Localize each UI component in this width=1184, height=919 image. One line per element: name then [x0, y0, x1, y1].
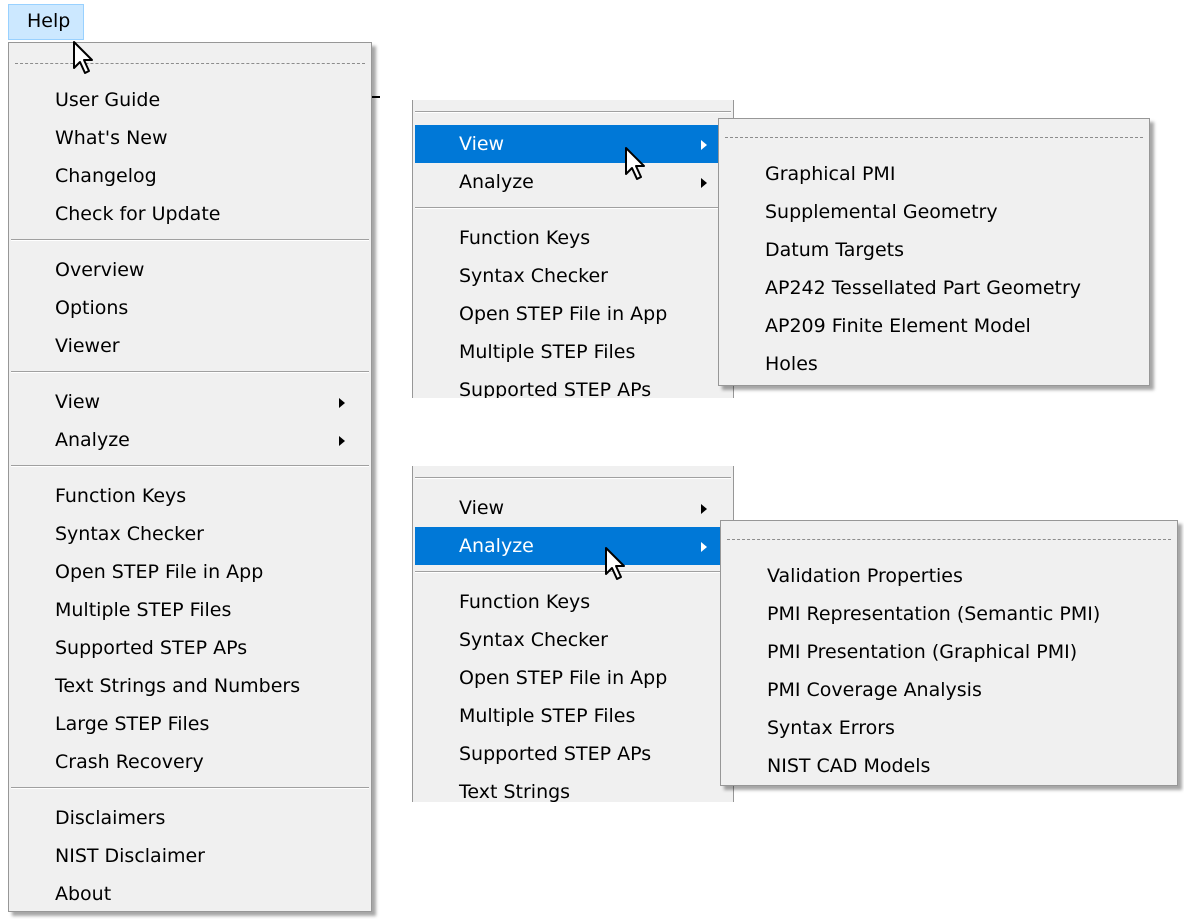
menu-item-analyze[interactable]: Analyze [415, 527, 731, 565]
analyze-submenu: Validation Properties PMI Representation… [720, 520, 1178, 786]
tearoff-line[interactable] [727, 539, 1171, 540]
submenu-item-supplemental-geometry[interactable]: Supplemental Geometry [721, 193, 1147, 231]
submenu-item-syntax-errors[interactable]: Syntax Errors [723, 709, 1175, 747]
menu-item-analyze[interactable]: Analyze [11, 421, 369, 459]
view-submenu-crop: View Analyze Function Keys Syntax Checke… [412, 100, 744, 398]
menu-item-viewer[interactable]: Viewer [11, 327, 369, 365]
submenu-item-datum-targets[interactable]: Datum Targets [721, 231, 1147, 269]
menu-item-view[interactable]: View [11, 383, 369, 421]
menu-item-syntax-checker[interactable]: Syntax Checker [415, 257, 731, 295]
help-menubar-item[interactable]: Help [8, 4, 84, 40]
menu-item-supported-step-aps[interactable]: Supported STEP APs [11, 629, 369, 667]
menu-item-function-keys[interactable]: Function Keys [415, 583, 731, 621]
submenu-arrow-icon [339, 436, 345, 446]
submenu-arrow-icon [701, 542, 707, 552]
menu-item-analyze[interactable]: Analyze [415, 163, 731, 201]
menu-item-whats-new[interactable]: What's New [11, 119, 369, 157]
menu-separator [11, 239, 369, 241]
tearoff-line[interactable] [15, 63, 365, 64]
menu-item-options[interactable]: Options [11, 289, 369, 327]
menu-separator [415, 111, 731, 113]
menu-item-function-keys[interactable]: Function Keys [415, 219, 731, 257]
menu-separator [11, 787, 369, 789]
menu-item-syntax-checker[interactable]: Syntax Checker [11, 515, 369, 553]
menu-item-user-guide[interactable]: User Guide [11, 81, 369, 119]
menu-item-nist-disclaimer[interactable]: NIST Disclaimer [11, 837, 369, 875]
menu-item-overview[interactable]: Overview [11, 251, 369, 289]
submenu-arrow-icon [701, 504, 707, 514]
help-menubar-label: Help [27, 10, 71, 32]
menu-item-view[interactable]: View [415, 125, 731, 163]
arrow-cursor-icon [72, 40, 98, 76]
view-submenu: Graphical PMI Supplemental Geometry Datu… [718, 118, 1150, 386]
menu-item-supported-step-aps[interactable]: Supported STEP APs [415, 735, 731, 773]
arrow-cursor-icon [604, 546, 630, 582]
menu-item-open-step-file[interactable]: Open STEP File in App [415, 295, 731, 333]
menu-item-multiple-step-files[interactable]: Multiple STEP Files [415, 333, 731, 371]
submenu-item-graphical-pmi[interactable]: Graphical PMI [721, 155, 1147, 193]
menu-item-supported-step-aps[interactable]: Supported STEP APs [415, 371, 731, 398]
submenu-arrow-icon [701, 178, 707, 188]
arrow-cursor-icon [624, 146, 650, 182]
menu-item-open-step-file[interactable]: Open STEP File in App [415, 659, 731, 697]
submenu-arrow-icon [701, 140, 707, 150]
menu-separator [415, 477, 731, 479]
help-menu-fragment: View Analyze Function Keys Syntax Checke… [412, 100, 734, 398]
underlying-window-edge [372, 96, 380, 98]
menu-item-text-strings[interactable]: Text Strings [415, 773, 731, 802]
menu-separator [11, 465, 369, 467]
menu-item-crash-recovery[interactable]: Crash Recovery [11, 743, 369, 781]
menu-item-open-step-file[interactable]: Open STEP File in App [11, 553, 369, 591]
menu-item-syntax-checker[interactable]: Syntax Checker [415, 621, 731, 659]
menu-item-changelog[interactable]: Changelog [11, 157, 369, 195]
menu-separator [11, 371, 369, 373]
submenu-item-pmi-presentation[interactable]: PMI Presentation (Graphical PMI) [723, 633, 1175, 671]
menu-item-check-for-update[interactable]: Check for Update [11, 195, 369, 233]
submenu-item-pmi-representation[interactable]: PMI Representation (Semantic PMI) [723, 595, 1175, 633]
menu-item-disclaimers[interactable]: Disclaimers [11, 799, 369, 837]
submenu-item-ap209-fem[interactable]: AP209 Finite Element Model [721, 307, 1147, 345]
submenu-item-ap242-tessellated[interactable]: AP242 Tessellated Part Geometry [721, 269, 1147, 307]
submenu-item-nist-cad-models[interactable]: NIST CAD Models [723, 747, 1175, 785]
menu-item-large-step-files[interactable]: Large STEP Files [11, 705, 369, 743]
submenu-item-validation-properties[interactable]: Validation Properties [723, 557, 1175, 595]
menu-item-about[interactable]: About [11, 875, 369, 913]
menu-item-function-keys[interactable]: Function Keys [11, 477, 369, 515]
menu-item-view[interactable]: View [415, 489, 731, 527]
menu-item-multiple-step-files[interactable]: Multiple STEP Files [415, 697, 731, 735]
help-menu: User Guide What's New Changelog Check fo… [8, 42, 372, 912]
menu-item-multiple-step-files[interactable]: Multiple STEP Files [11, 591, 369, 629]
submenu-item-pmi-coverage[interactable]: PMI Coverage Analysis [723, 671, 1175, 709]
menu-separator [415, 571, 731, 573]
submenu-item-holes[interactable]: Holes [721, 345, 1147, 383]
submenu-arrow-icon [339, 398, 345, 408]
tearoff-line[interactable] [725, 137, 1143, 138]
menu-separator [415, 207, 731, 209]
menu-item-text-strings[interactable]: Text Strings and Numbers [11, 667, 369, 705]
help-menu-fragment: View Analyze Function Keys Syntax Checke… [412, 466, 734, 802]
analyze-submenu-crop: View Analyze Function Keys Syntax Checke… [412, 466, 744, 802]
